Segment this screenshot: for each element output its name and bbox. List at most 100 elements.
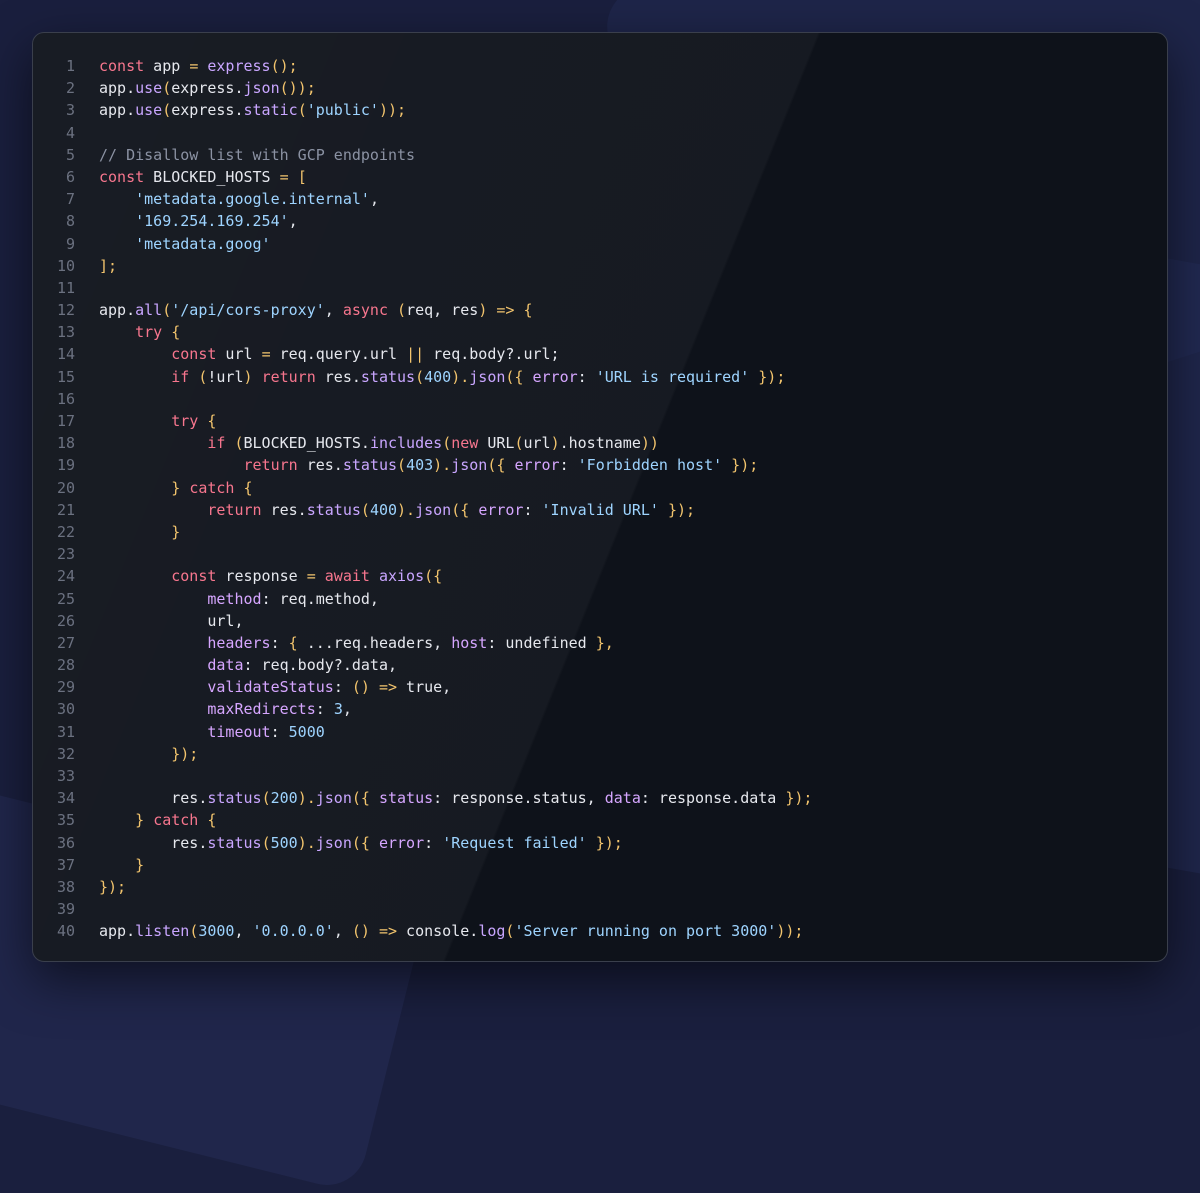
code-token: , bbox=[333, 922, 352, 941]
code-token: app. bbox=[99, 301, 136, 320]
code-token: ({ bbox=[451, 500, 479, 519]
code-token: 400 bbox=[424, 367, 452, 386]
code-token: // Disallow list with GCP endpoints bbox=[99, 145, 416, 164]
code-token: }, bbox=[595, 633, 614, 652]
code-token: ( bbox=[234, 434, 244, 453]
code-line: 30 maxRedirects: 3, bbox=[33, 698, 1167, 720]
code-token: } bbox=[135, 811, 145, 830]
code-line: 23 bbox=[33, 543, 1167, 565]
code-token: : response.status, bbox=[433, 789, 605, 808]
code-token: status bbox=[342, 456, 398, 475]
code-line: 21 return res.status(400).json({ error: … bbox=[33, 499, 1167, 521]
code-token: ). bbox=[297, 833, 316, 852]
code-token: => bbox=[378, 922, 398, 941]
line-number: 25 bbox=[56, 589, 75, 608]
code-token: URL bbox=[487, 434, 515, 453]
code-token: req.query.url bbox=[270, 345, 407, 364]
code-token: , bbox=[369, 190, 379, 209]
code-token: 'URL is required' bbox=[595, 367, 750, 386]
code-token: ( bbox=[162, 301, 172, 320]
code-line: 39 bbox=[33, 898, 1167, 920]
code-token: if bbox=[207, 434, 226, 453]
code-token: BLOCKED_HOSTS. bbox=[243, 434, 370, 453]
code-token: maxRedirects bbox=[207, 700, 316, 719]
code-token: response bbox=[216, 567, 307, 586]
code-token: method bbox=[207, 589, 262, 608]
code-token: = bbox=[279, 167, 289, 186]
code-text: }); bbox=[99, 743, 198, 765]
code-text: res.status(200).json({ status: response.… bbox=[99, 787, 812, 809]
code-token: : bbox=[424, 833, 443, 852]
code-token: : bbox=[333, 678, 352, 697]
code-token: req.body?.url; bbox=[424, 345, 560, 364]
code-token: { bbox=[523, 301, 533, 320]
code-token: status bbox=[306, 500, 361, 519]
code-token: status bbox=[207, 833, 262, 852]
code-token: { bbox=[243, 478, 253, 497]
code-line: 5 // Disallow list with GCP endpoints bbox=[33, 144, 1167, 166]
line-number: 18 bbox=[56, 434, 75, 453]
code-line: 27 headers: { ...req.headers, host: unde… bbox=[33, 632, 1167, 654]
line-number: 6 bbox=[65, 167, 75, 186]
code-token: .hostname bbox=[559, 434, 641, 453]
line-number: 37 bbox=[56, 855, 75, 874]
code-token: app. bbox=[99, 79, 136, 98]
code-token: app bbox=[144, 57, 190, 75]
line-number: 30 bbox=[56, 700, 75, 719]
code-token: ( bbox=[189, 922, 199, 941]
code-token: = bbox=[189, 57, 199, 75]
code-text: if (!url) return res.status(400).json({ … bbox=[99, 366, 785, 388]
code-token: 200 bbox=[270, 789, 298, 808]
code-token: 'metadata.google.internal' bbox=[135, 190, 370, 209]
code-token: 3 bbox=[333, 700, 343, 719]
code-line: 22 } bbox=[33, 521, 1167, 543]
code-token: json bbox=[469, 367, 506, 386]
code-token: static bbox=[243, 101, 298, 120]
code-token: : bbox=[559, 456, 578, 475]
line-number: 23 bbox=[56, 545, 75, 564]
code-token: '0.0.0.0' bbox=[252, 922, 334, 941]
code-text: timeout: 5000 bbox=[99, 721, 324, 743]
code-line: 32 }); bbox=[33, 743, 1167, 765]
code-token: }); bbox=[658, 500, 696, 519]
code-token: }); bbox=[586, 833, 623, 852]
code-line: 35 } catch { bbox=[33, 809, 1167, 831]
code-token: res. bbox=[171, 833, 208, 852]
code-line: 19 return res.status(403).json({ error: … bbox=[33, 454, 1167, 476]
code-token: '169.254.169.254' bbox=[135, 212, 289, 231]
code-text: app.all('/api/cors-proxy', async (req, r… bbox=[99, 299, 533, 321]
code-token: { bbox=[171, 323, 181, 342]
code-token: = bbox=[261, 345, 271, 364]
code-line: 37 } bbox=[33, 854, 1167, 876]
code-token: 500 bbox=[270, 833, 298, 852]
code-token: : bbox=[523, 500, 542, 519]
code-token: : bbox=[577, 367, 596, 386]
code-token: ( bbox=[162, 101, 172, 120]
code-line: 7 'metadata.google.internal', bbox=[33, 188, 1167, 210]
code-token: 'Invalid URL' bbox=[541, 500, 659, 519]
line-number: 24 bbox=[56, 567, 75, 586]
code-token: }); bbox=[749, 367, 786, 386]
code-token: ( bbox=[297, 101, 307, 120]
code-token: res. bbox=[261, 500, 307, 519]
code-token: ...req.headers, bbox=[297, 633, 452, 652]
line-number: 11 bbox=[56, 278, 75, 297]
code-token: ( bbox=[397, 456, 407, 475]
code-token: !url bbox=[207, 367, 244, 386]
code-token: : undefined bbox=[487, 633, 596, 652]
code-token: } bbox=[171, 522, 181, 541]
code-token: if bbox=[171, 367, 190, 386]
code-token: app. bbox=[99, 101, 136, 120]
code-token: } bbox=[135, 855, 145, 874]
code-token: headers bbox=[207, 633, 271, 652]
code-token: app. bbox=[99, 922, 136, 941]
code-token: ). bbox=[297, 789, 316, 808]
code-line: 13 try { bbox=[33, 321, 1167, 343]
code-text: ]; bbox=[99, 255, 117, 277]
